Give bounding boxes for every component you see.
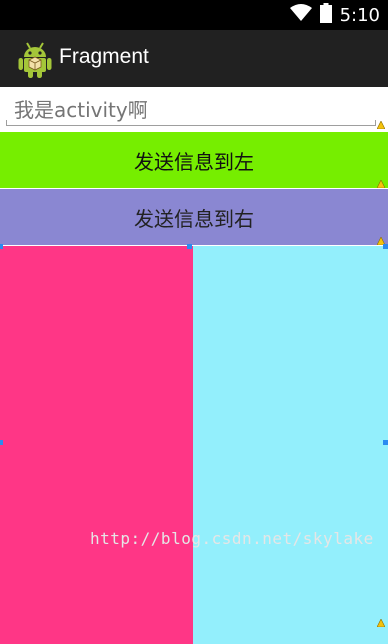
left-fragment[interactable]: [0, 246, 193, 644]
selection-handle: [187, 244, 192, 249]
status-bar: 5:10: [0, 0, 388, 30]
fragment-container: [0, 244, 388, 644]
warning-icon: [377, 180, 385, 188]
warning-icon: [377, 619, 385, 627]
input-underline: [6, 120, 376, 126]
selection-handle: [0, 440, 3, 445]
watermark: http://blog.csdn.net/skylake: [90, 529, 374, 548]
battery-icon: [319, 3, 332, 27]
wifi-icon: [289, 4, 312, 26]
selection-handle: [383, 244, 388, 249]
activity-content: 发送信息到左 发送信息到右: [0, 87, 388, 644]
selection-handle: [383, 440, 388, 445]
send-to-left-button[interactable]: 发送信息到左: [0, 132, 388, 188]
selection-handle: [0, 244, 3, 249]
status-time: 5:10: [339, 4, 380, 26]
app-title: Fragment: [59, 45, 149, 68]
android-robot-icon: [18, 40, 52, 78]
right-fragment[interactable]: [193, 246, 388, 644]
message-edit-box: [0, 87, 388, 131]
warning-icon: [377, 121, 385, 129]
status-icons: 5:10: [289, 3, 380, 27]
message-input[interactable]: [6, 91, 376, 125]
action-bar: Fragment: [0, 30, 388, 87]
send-to-right-button[interactable]: 发送信息到右: [0, 189, 388, 245]
